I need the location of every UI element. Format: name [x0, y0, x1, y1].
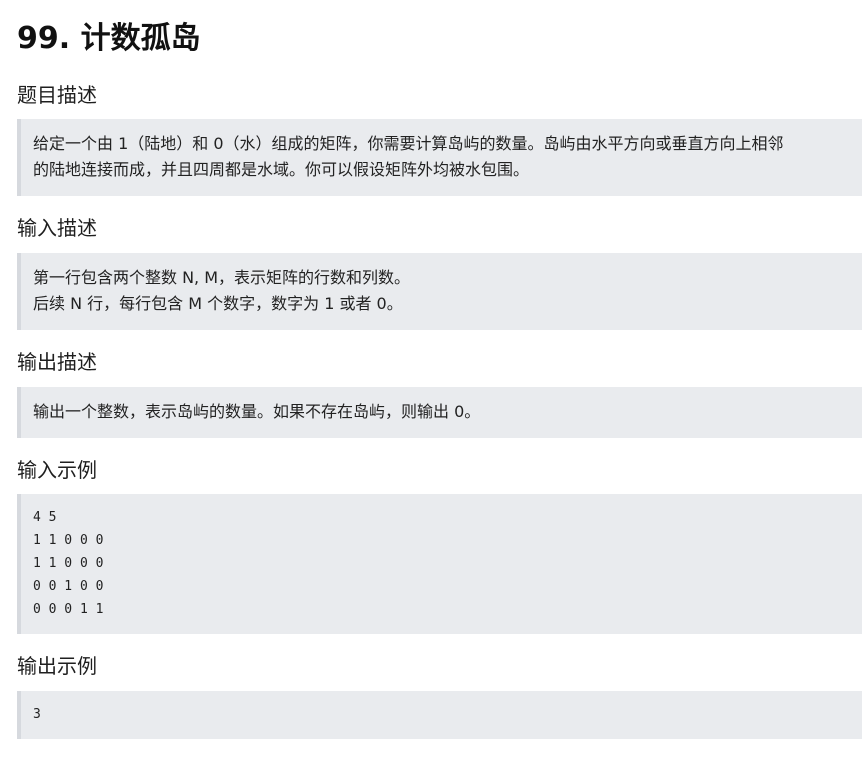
- output-description-block: 输出一个整数，表示岛屿的数量。如果不存在岛屿，则输出 0。: [17, 387, 862, 438]
- output-example-block: 3: [17, 691, 862, 739]
- input-example-code: 4 5 1 1 0 0 0 1 1 0 0 0 0 0 1 0 0 0 0 0 1 1: [33, 506, 103, 621]
- code-line: 0 0 0 1 1: [33, 602, 104, 617]
- input-description-line: 第一行包含两个整数 N, M，表示矩阵的行数和列数。: [33, 268, 411, 287]
- code-line: 3: [33, 707, 41, 722]
- input-description-block: 第一行包含两个整数 N, M，表示矩阵的行数和列数。 后续 N 行，每行包含 M…: [17, 253, 862, 330]
- description-line: 给定一个由 1（陆地）和 0（水）组成的矩阵，你需要计算岛屿的数量。岛屿由水平方…: [33, 134, 784, 153]
- description-heading: 题目描述: [17, 83, 97, 107]
- output-example-code: 3: [33, 703, 41, 726]
- output-example-heading: 输出示例: [17, 654, 97, 678]
- output-description-heading: 输出描述: [17, 350, 97, 374]
- description-line: 的陆地连接而成，并且四周都是水域。你可以假设矩阵外均被水包围。: [33, 160, 530, 179]
- input-description-heading: 输入描述: [17, 216, 97, 240]
- input-description-line: 后续 N 行，每行包含 M 个数字，数字为 1 或者 0。: [33, 294, 403, 313]
- description-text: 给定一个由 1（陆地）和 0（水）组成的矩阵，你需要计算岛屿的数量。岛屿由水平方…: [33, 131, 854, 183]
- input-description-text: 第一行包含两个整数 N, M，表示矩阵的行数和列数。 后续 N 行，每行包含 M…: [33, 265, 854, 317]
- input-example-block: 4 5 1 1 0 0 0 1 1 0 0 0 0 0 1 0 0 0 0 0 1 1: [17, 494, 862, 634]
- output-description-line: 输出一个整数，表示岛屿的数量。如果不存在岛屿，则输出 0。: [33, 402, 481, 421]
- code-line: 1 1 0 0 0: [33, 556, 104, 571]
- output-description-text: 输出一个整数，表示岛屿的数量。如果不存在岛屿，则输出 0。: [33, 399, 854, 425]
- code-line: 4 5: [33, 510, 57, 525]
- page-title: 99. 计数孤岛: [17, 21, 201, 56]
- problem-page: 99. 计数孤岛 题目描述 给定一个由 1（陆地）和 0（水）组成的矩阵，你需要…: [0, 0, 862, 759]
- input-example-heading: 输入示例: [17, 458, 97, 482]
- description-block: 给定一个由 1（陆地）和 0（水）组成的矩阵，你需要计算岛屿的数量。岛屿由水平方…: [17, 119, 862, 196]
- code-line: 0 0 1 0 0: [33, 579, 104, 594]
- code-line: 1 1 0 0 0: [33, 533, 104, 548]
